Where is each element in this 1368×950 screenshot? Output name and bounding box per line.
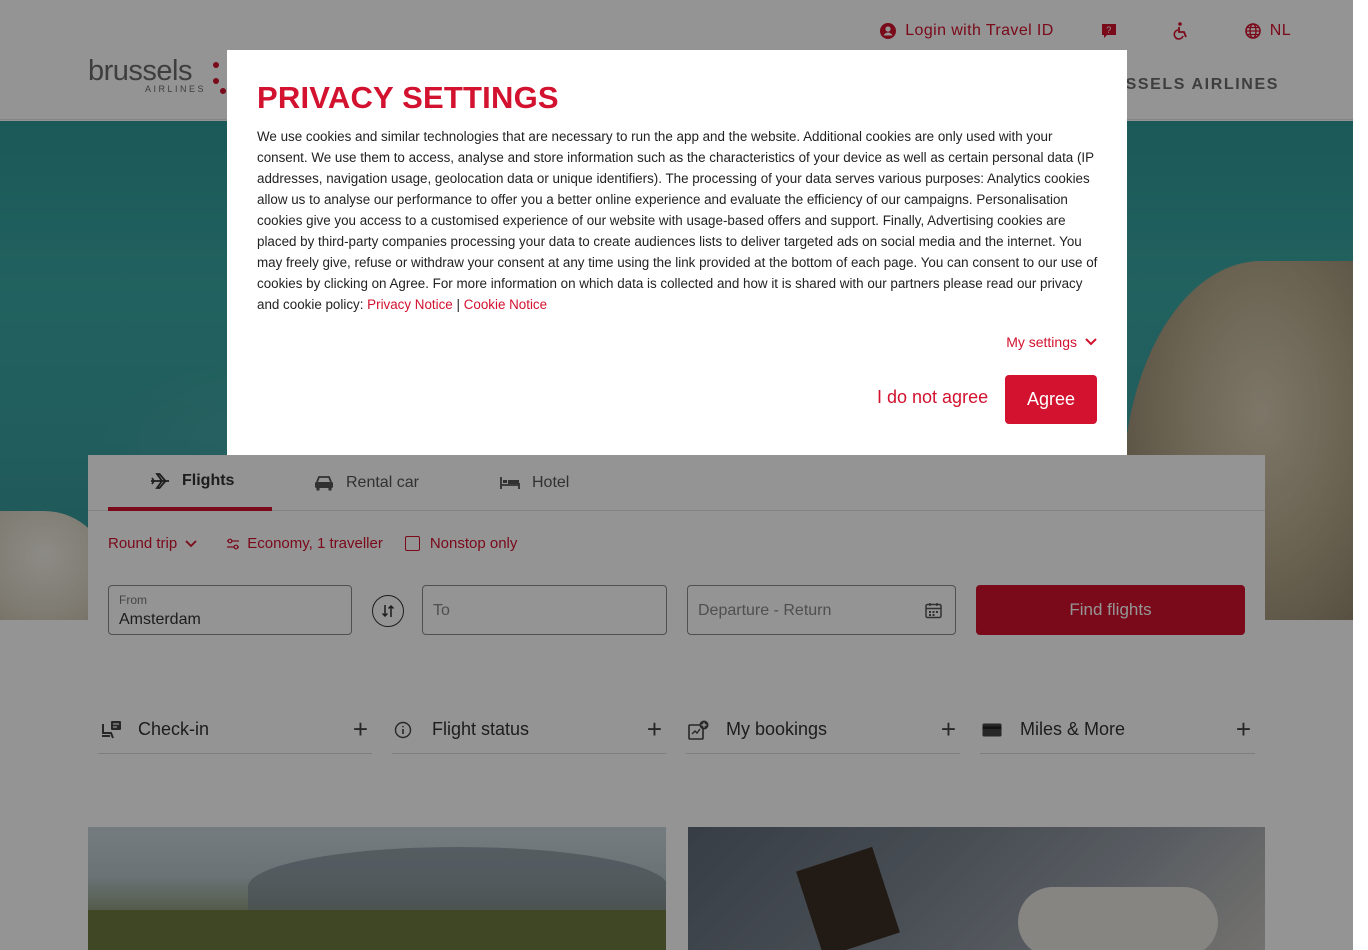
link-separator: |: [456, 297, 460, 312]
my-settings-label: My settings: [1006, 334, 1077, 350]
agree-button[interactable]: Agree: [1005, 375, 1097, 424]
privacy-body-text: We use cookies and similar technologies …: [257, 129, 1098, 312]
chevron-down-icon: [1085, 338, 1097, 346]
privacy-body: We use cookies and similar technologies …: [257, 126, 1099, 315]
cookie-notice-link[interactable]: Cookie Notice: [464, 297, 547, 312]
privacy-title: PRIVACY SETTINGS: [257, 80, 559, 115]
privacy-notice-link[interactable]: Privacy Notice: [367, 297, 453, 312]
privacy-settings-dialog: PRIVACY SETTINGS We use cookies and simi…: [227, 50, 1127, 455]
disagree-button[interactable]: I do not agree: [877, 387, 988, 408]
my-settings-toggle[interactable]: My settings: [1006, 334, 1097, 350]
